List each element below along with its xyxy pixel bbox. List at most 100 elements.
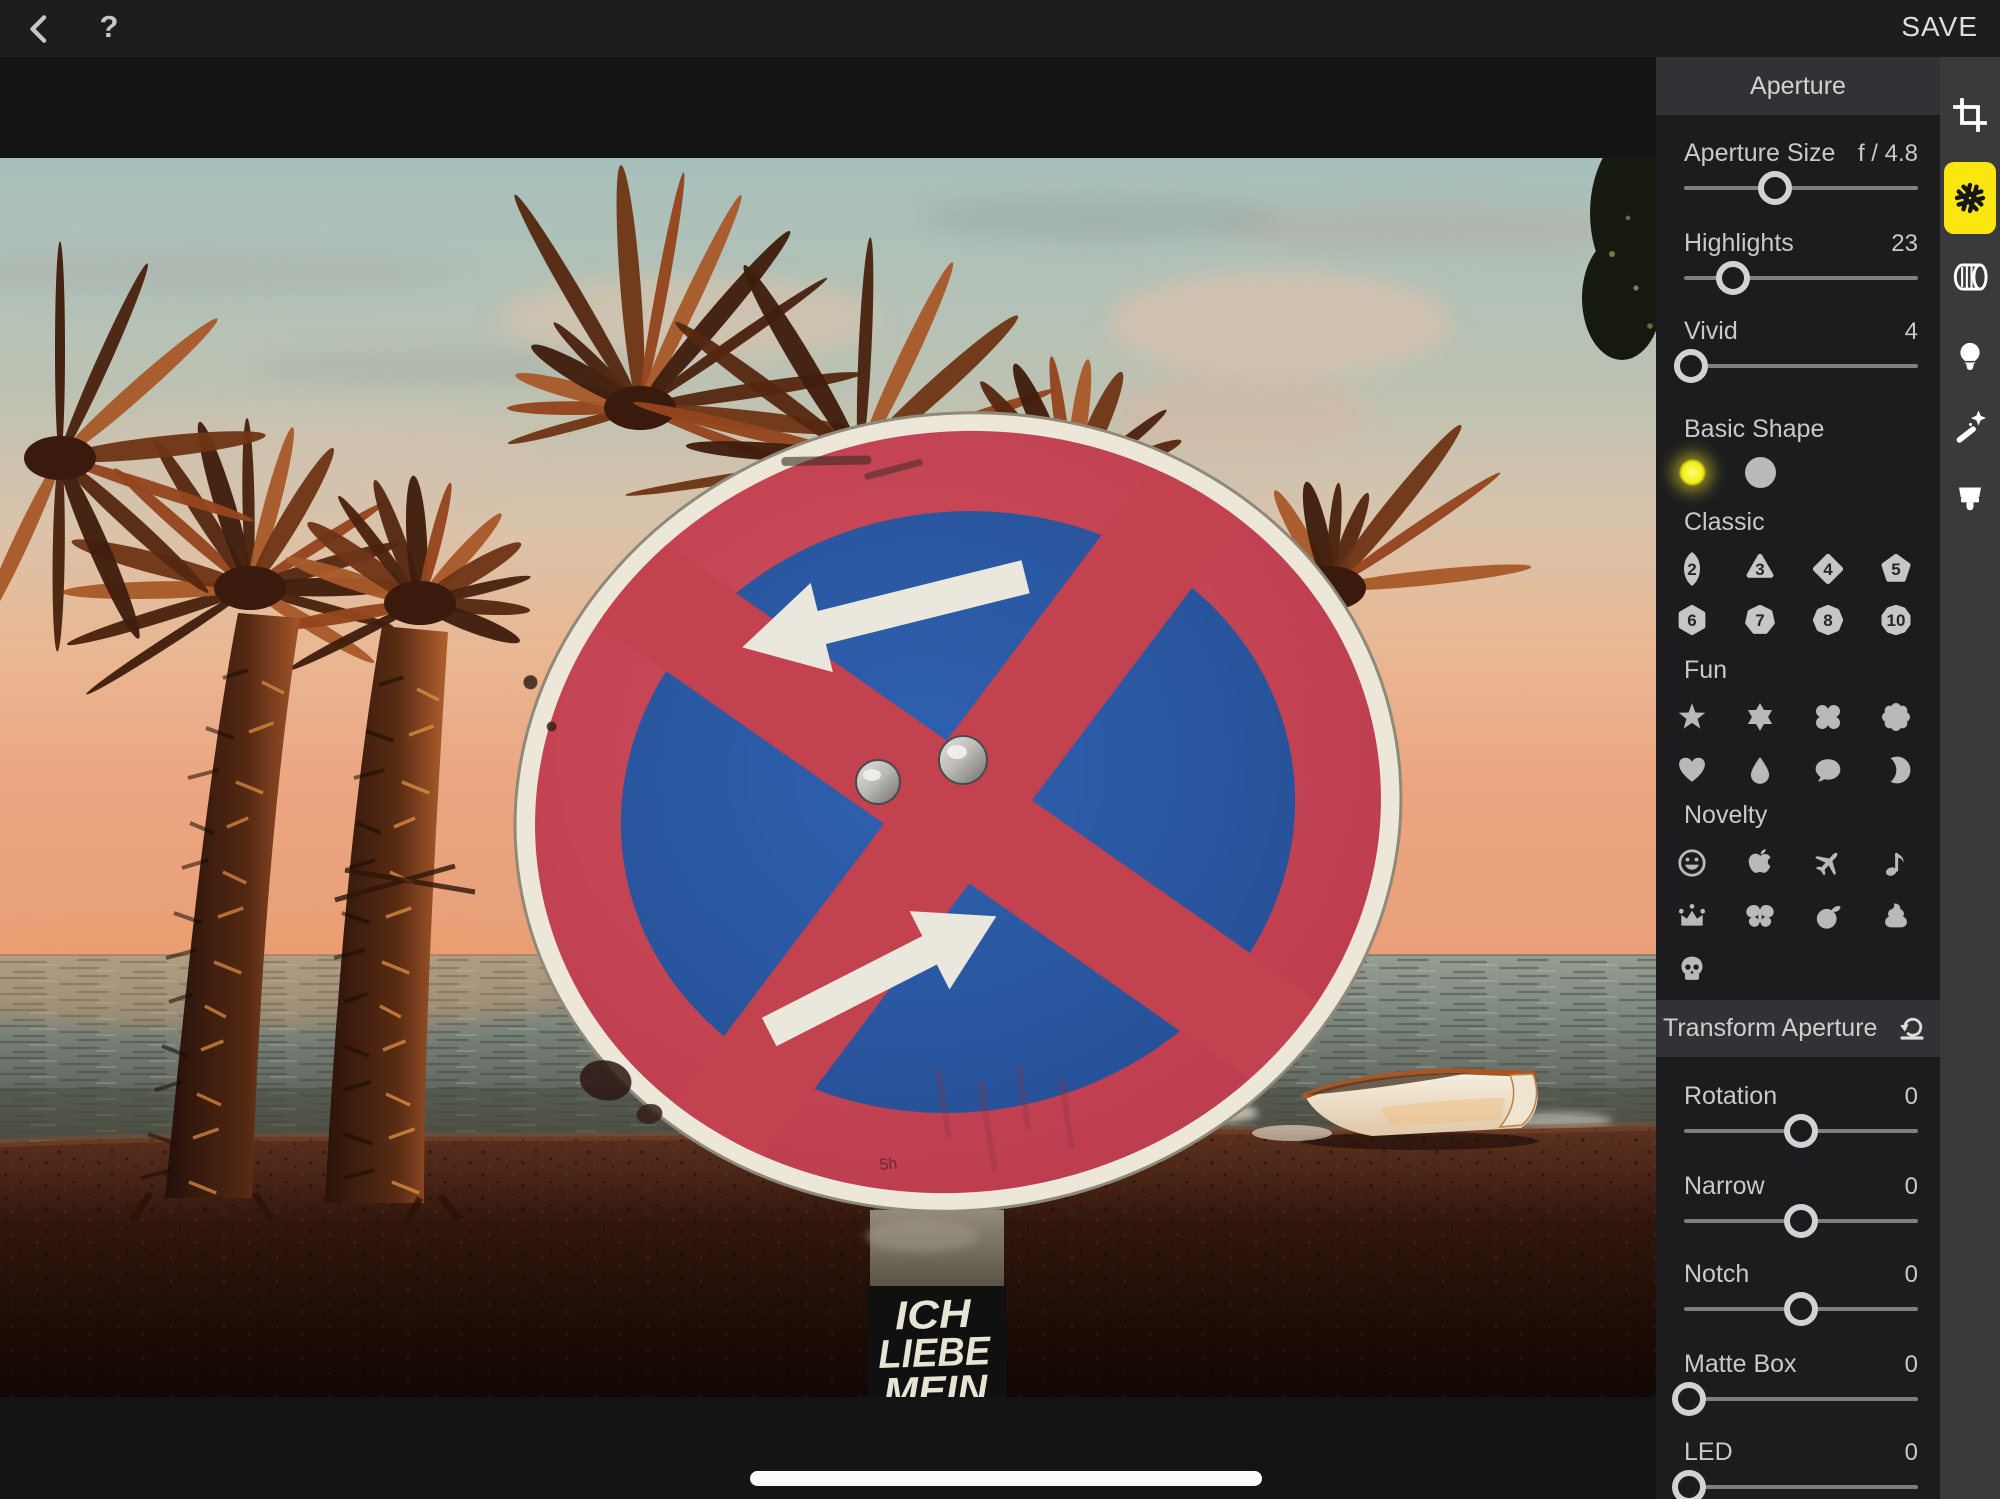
shape-blades-8[interactable]: 8: [1794, 594, 1862, 645]
tool-light[interactable]: [1948, 335, 1992, 379]
svg-text:10: 10: [1887, 611, 1906, 630]
palm-top-right: [1582, 158, 1656, 360]
shape-crown[interactable]: [1658, 889, 1726, 942]
shape-icon: 5: [1876, 549, 1916, 589]
shape-icon: [1813, 755, 1843, 785]
svg-text:2: 2: [1687, 560, 1696, 579]
home-indicator[interactable]: [750, 1471, 1262, 1486]
shape-star-6point[interactable]: [1726, 690, 1794, 743]
slider-value: 0: [1905, 1083, 1918, 1111]
save-button[interactable]: SAVE: [1901, 11, 1978, 43]
slider-knob[interactable]: [1784, 1204, 1818, 1238]
shape-icon: 7: [1740, 600, 1780, 640]
svg-text:8: 8: [1823, 611, 1832, 630]
shape-smiley[interactable]: [1658, 836, 1726, 889]
shape-note[interactable]: [1862, 836, 1930, 889]
shape-icon: 8: [1808, 600, 1848, 640]
back-button[interactable]: [24, 12, 58, 46]
slider-vivid: Vivid 4: [1684, 317, 1918, 389]
shape-plane[interactable]: [1794, 836, 1862, 889]
slider-label: Vivid: [1684, 317, 1738, 346]
slider-knob[interactable]: [1784, 1292, 1818, 1326]
slider-value: 0: [1905, 1261, 1918, 1289]
slider-knob[interactable]: [1784, 1114, 1818, 1148]
slider-value: 0: [1905, 1351, 1918, 1379]
shape-circle[interactable]: [1726, 449, 1794, 495]
shape-speech[interactable]: [1794, 743, 1862, 796]
shape-icon: [1745, 848, 1775, 878]
slider-label: Highlights: [1684, 229, 1794, 258]
shape-apple[interactable]: [1726, 836, 1794, 889]
svg-text:3: 3: [1755, 560, 1764, 579]
slider-track[interactable]: [1684, 276, 1918, 280]
slider-knob[interactable]: [1672, 1382, 1706, 1416]
slider-value: 23: [1891, 230, 1918, 258]
shape-blades-7[interactable]: 7: [1726, 594, 1794, 645]
svg-text:6: 6: [1687, 611, 1696, 630]
help-button[interactable]: ?: [92, 7, 126, 47]
slider-led: LED 0: [1684, 1438, 1918, 1499]
slider-track[interactable]: [1684, 1219, 1918, 1223]
tool-icon: [1950, 407, 1990, 447]
panel-title: Aperture: [1656, 57, 1940, 115]
slider-rotation: Rotation 0: [1684, 1082, 1918, 1154]
reset-transform-button[interactable]: [1894, 1010, 1930, 1046]
slider-label: Narrow: [1684, 1172, 1765, 1201]
slider-track[interactable]: [1684, 1129, 1918, 1133]
slider-knob[interactable]: [1716, 261, 1750, 295]
undo-icon: [1895, 1032, 1929, 1047]
slider-label: Aperture Size: [1684, 139, 1835, 168]
slider-knob[interactable]: [1672, 1470, 1706, 1499]
shape-skull[interactable]: [1658, 942, 1726, 995]
shape-blades-2[interactable]: 2: [1658, 543, 1726, 594]
shape-blades-6[interactable]: 6: [1658, 594, 1726, 645]
shape-flower[interactable]: [1862, 690, 1930, 743]
shape-moon[interactable]: [1862, 743, 1930, 796]
shape-icon: [1881, 755, 1911, 785]
slider-track[interactable]: [1684, 1307, 1918, 1311]
slider-track[interactable]: [1684, 186, 1918, 190]
tool-aperture[interactable]: [1944, 162, 1996, 234]
shape-cherry[interactable]: [1794, 889, 1862, 942]
tool-lens[interactable]: [1948, 255, 1992, 299]
shape-star[interactable]: [1658, 690, 1726, 743]
shape-icon: 6: [1672, 600, 1712, 640]
tool-icon: [1950, 95, 1990, 135]
slider-knob[interactable]: [1758, 171, 1792, 205]
shape-clover[interactable]: [1794, 690, 1862, 743]
shape-butterfly[interactable]: [1726, 889, 1794, 942]
shape-icon: [1679, 459, 1706, 486]
shape-icon: [1677, 954, 1707, 984]
shape-blades-10[interactable]: 10: [1862, 594, 1930, 645]
shape-icon: [1881, 702, 1911, 732]
tool-brush[interactable]: [1948, 478, 1992, 522]
svg-text:4: 4: [1823, 560, 1833, 579]
tool-crop[interactable]: [1948, 93, 1992, 137]
svg-text:7: 7: [1755, 611, 1764, 630]
transform-aperture-title: Transform Aperture: [1663, 1000, 1877, 1057]
slider-aperture-size: Aperture Size f / 4.8: [1684, 139, 1918, 211]
transform-aperture-header: Transform Aperture: [1656, 1000, 1940, 1057]
tool-icon: [1949, 256, 1991, 298]
shape-droplet[interactable]: [1726, 743, 1794, 796]
slider-knob[interactable]: [1674, 349, 1708, 383]
slider-value: 4: [1905, 318, 1918, 346]
photo-canvas[interactable]: ICH LIEBE MEIN: [0, 57, 1656, 1499]
shape-blades-4[interactable]: 4: [1794, 543, 1862, 594]
shape-blades-3[interactable]: 3: [1726, 543, 1794, 594]
tool-magic[interactable]: [1948, 405, 1992, 449]
shape-icon: [1813, 901, 1843, 931]
slider-notch: Notch 0: [1684, 1260, 1918, 1332]
shape-heart[interactable]: [1658, 743, 1726, 796]
basic-shape-label: Basic Shape: [1684, 415, 1824, 444]
tool-icon: [1950, 178, 1990, 218]
shape-icon: [1813, 702, 1843, 732]
slider-track[interactable]: [1684, 1397, 1918, 1401]
slider-track[interactable]: [1684, 364, 1918, 368]
shape-soft-blur-dot[interactable]: [1658, 449, 1726, 495]
svg-text:5: 5: [1891, 560, 1900, 579]
shape-poop[interactable]: [1862, 889, 1930, 942]
shape-blades-5[interactable]: 5: [1862, 543, 1930, 594]
basic-shape-options: [1658, 449, 1934, 495]
slider-track[interactable]: [1684, 1485, 1918, 1489]
